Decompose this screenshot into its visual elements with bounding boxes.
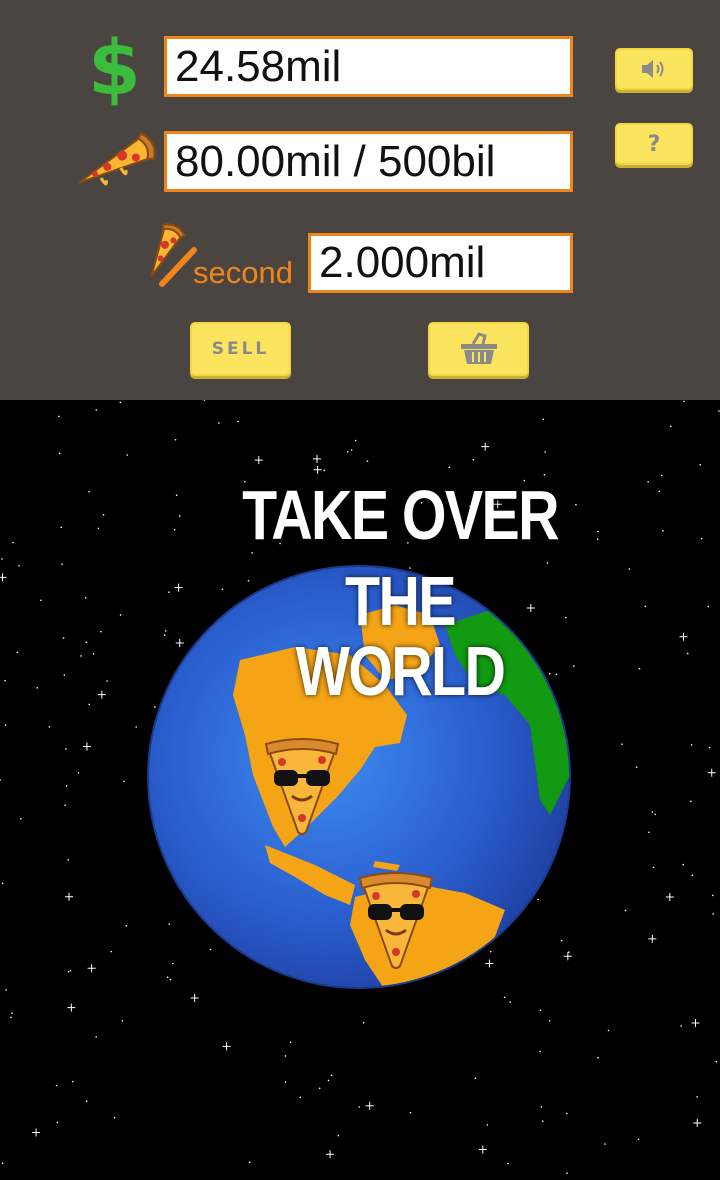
headline-line2: THE WORLD bbox=[295, 562, 506, 710]
pizza-slice-icon bbox=[78, 132, 156, 186]
pizza-per-second-icon bbox=[150, 223, 197, 287]
dollar-icon: $ bbox=[88, 23, 141, 112]
pizza-character-icon bbox=[264, 738, 340, 835]
status-panel: $ 24.58mil 80.00mil / 500bil second 2.00… bbox=[0, 0, 720, 400]
shopping-basket-icon bbox=[460, 332, 497, 364]
speaker-icon bbox=[642, 60, 664, 78]
space-scene: TAKE OVER THE WORLD bbox=[0, 400, 720, 1180]
help-label: ? bbox=[647, 131, 661, 157]
rate-value: 2.000mil bbox=[319, 238, 486, 287]
sell-button[interactable]: SELL bbox=[190, 322, 291, 376]
rate-field: 2.000mil bbox=[308, 233, 573, 293]
per-second-label: second bbox=[193, 255, 293, 290]
pizza-count-field: 80.00mil / 500bil bbox=[164, 131, 573, 192]
sell-label: SELL bbox=[211, 339, 270, 359]
sound-button[interactable] bbox=[615, 48, 693, 90]
pizza-character-icon bbox=[358, 872, 434, 969]
money-field: 24.58mil bbox=[164, 36, 573, 97]
headline-line1: TAKE OVER bbox=[242, 476, 559, 554]
help-button[interactable]: ? bbox=[615, 123, 693, 165]
shop-button[interactable] bbox=[428, 322, 529, 376]
money-value: 24.58mil bbox=[175, 41, 342, 91]
pizza-count-value: 80.00mil / 500bil bbox=[175, 136, 496, 186]
